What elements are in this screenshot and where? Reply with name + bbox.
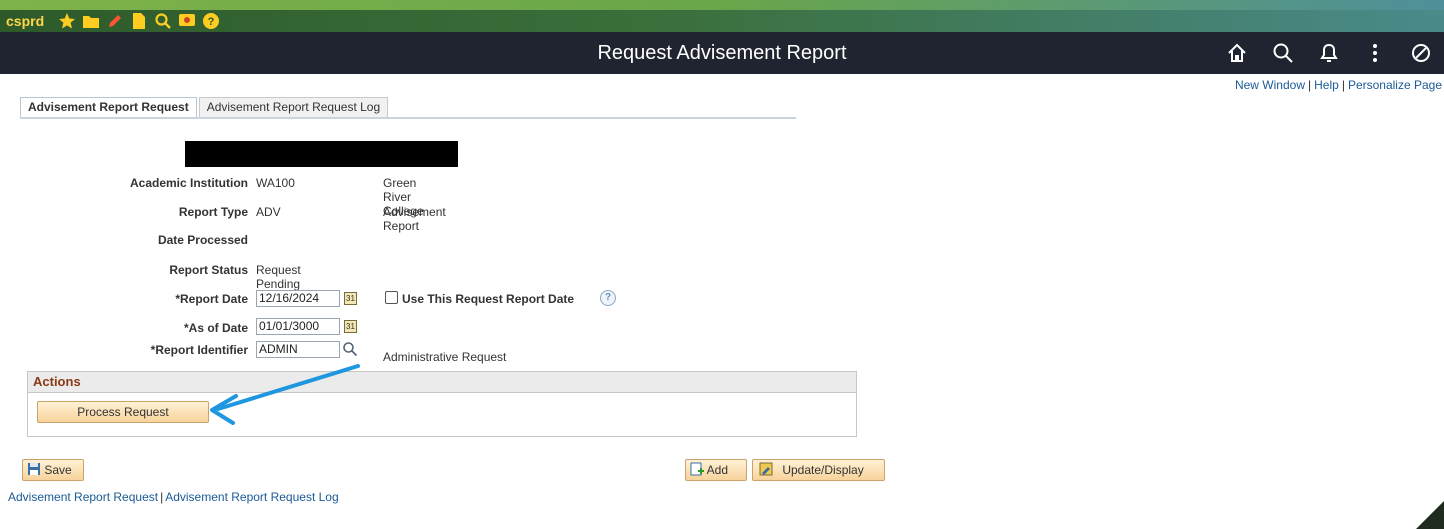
update-display-icon bbox=[759, 462, 773, 476]
annotation-arrow bbox=[210, 364, 360, 425]
save-button[interactable]: Save bbox=[22, 459, 84, 481]
advisement-report-request-link[interactable]: Advisement Report Request bbox=[8, 490, 158, 504]
window-corner-decoration bbox=[1416, 501, 1444, 529]
update-display-button[interactable]: Update/Display bbox=[752, 459, 885, 481]
update-display-label: Update/Display bbox=[782, 463, 864, 477]
add-label: Add bbox=[706, 463, 729, 477]
add-button[interactable]: Add bbox=[685, 459, 747, 481]
bottom-page-links: Advisement Report Request | Advisement Rep… bbox=[8, 490, 339, 504]
save-disk-icon bbox=[28, 463, 40, 475]
save-label: Save bbox=[44, 463, 72, 477]
add-page-icon bbox=[690, 462, 704, 476]
advisement-report-request-log-link[interactable]: Advisement Report Request Log bbox=[165, 490, 338, 504]
separator: | bbox=[160, 490, 164, 504]
